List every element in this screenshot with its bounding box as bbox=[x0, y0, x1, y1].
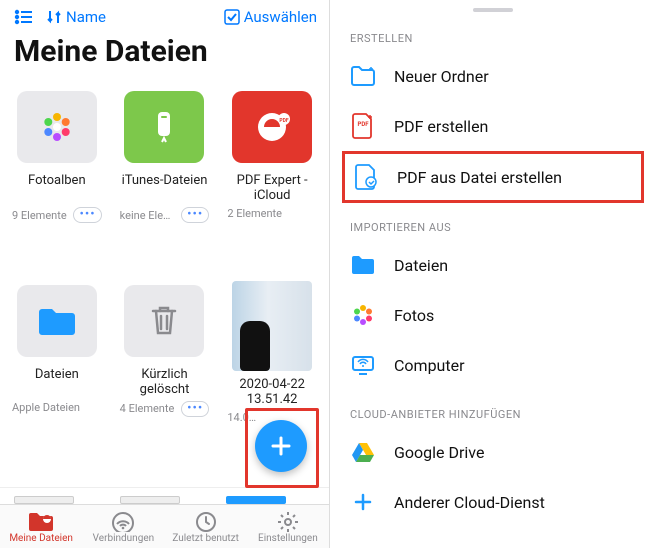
pdf-from-file-icon bbox=[353, 164, 379, 190]
more-button[interactable]: ••• bbox=[73, 207, 101, 223]
menu-import-photos[interactable]: Fotos bbox=[330, 290, 656, 340]
tile-label: Dateien bbox=[35, 367, 79, 399]
menu-label: Neuer Ordner bbox=[394, 67, 489, 86]
tab-label: Einstellungen bbox=[258, 533, 318, 544]
folder-tile-itunes[interactable]: iTunes-Dateien keine Ele… ••• bbox=[114, 79, 216, 267]
gear-icon bbox=[277, 511, 299, 533]
more-button[interactable]: ••• bbox=[181, 207, 209, 223]
files-screen: Name Auswählen Meine Dateien Fotoalben 9… bbox=[0, 0, 330, 548]
menu-label: PDF aus Datei erstellen bbox=[397, 168, 562, 187]
itunes-folder-icon bbox=[124, 91, 204, 163]
tab-recent[interactable]: Zuletzt benutzt bbox=[165, 505, 247, 548]
gdrive-icon bbox=[350, 439, 376, 465]
pdfexpert-folder-icon: PDF bbox=[232, 91, 312, 163]
header-toolbar: Name Auswählen bbox=[0, 0, 329, 30]
tab-connections[interactable]: Verbindungen bbox=[82, 505, 164, 548]
clock-icon bbox=[195, 511, 217, 533]
sort-label: Name bbox=[66, 8, 106, 26]
menu-label: Dateien bbox=[394, 256, 448, 275]
select-button[interactable]: Auswählen bbox=[224, 8, 317, 26]
wifi-icon bbox=[111, 511, 135, 533]
menu-import-computer[interactable]: Computer bbox=[330, 340, 656, 390]
folder-tile-fotoalben[interactable]: Fotoalben 9 Elemente ••• bbox=[6, 79, 108, 267]
tile-meta: 4 Elemente bbox=[120, 402, 175, 415]
computer-icon bbox=[350, 352, 376, 378]
section-create-label: ERSTELLEN bbox=[330, 24, 656, 51]
tab-label: Meine Dateien bbox=[9, 533, 73, 544]
trash-folder-icon bbox=[124, 285, 204, 357]
menu-import-files[interactable]: Dateien bbox=[330, 240, 656, 290]
add-button[interactable] bbox=[255, 420, 307, 472]
new-folder-icon bbox=[350, 63, 376, 89]
section-cloud-label: CLOUD-ANBIETER HINZUFÜGEN bbox=[330, 400, 656, 427]
menu-label: PDF erstellen bbox=[394, 117, 488, 136]
sort-button[interactable]: Name bbox=[46, 8, 106, 26]
menu-google-drive[interactable]: Google Drive bbox=[330, 427, 656, 477]
section-import-label: IMPORTIEREN AUS bbox=[330, 213, 656, 240]
plus-icon bbox=[268, 433, 294, 459]
menu-new-folder[interactable]: Neuer Ordner bbox=[330, 51, 656, 101]
menu-label: Computer bbox=[394, 356, 465, 375]
bottom-tabbar: Meine Dateien Verbindungen Zuletzt benut… bbox=[0, 504, 329, 548]
menu-label: Google Drive bbox=[394, 443, 484, 462]
tile-meta: keine Ele… bbox=[120, 209, 171, 222]
menu-label: Anderer Cloud-Dienst bbox=[394, 493, 545, 512]
list-icon bbox=[14, 9, 34, 25]
tile-label: Kürzlich gelöscht bbox=[118, 367, 212, 399]
tile-meta: 9 Elemente bbox=[12, 209, 67, 222]
photo-thumbnail bbox=[232, 281, 312, 371]
my-files-icon bbox=[28, 511, 54, 533]
folder-tile-dateien[interactable]: Dateien Apple Dateien bbox=[6, 273, 108, 468]
photos-folder-icon bbox=[17, 91, 97, 163]
tile-label: Fotoalben bbox=[28, 173, 86, 205]
tile-meta: 2 Elemente bbox=[227, 207, 282, 220]
folder-tile-pdfexpert[interactable]: PDF PDF Expert - iCloud 2 Elemente bbox=[221, 79, 323, 267]
tile-meta: Apple Dateien bbox=[12, 401, 80, 414]
folder-tile-trash[interactable]: Kürzlich gelöscht 4 Elemente ••• bbox=[114, 273, 216, 468]
page-title: Meine Dateien bbox=[0, 30, 329, 79]
pdf-icon: PDF bbox=[350, 113, 376, 139]
pdf-from-file-highlight: PDF aus Datei erstellen bbox=[342, 151, 644, 203]
tab-label: Verbindungen bbox=[93, 533, 155, 544]
plus-icon bbox=[350, 489, 376, 515]
menu-other-cloud[interactable]: Anderer Cloud-Dienst bbox=[330, 477, 656, 527]
tab-label: Zuletzt benutzt bbox=[172, 533, 239, 544]
list-view-button[interactable] bbox=[14, 9, 34, 25]
sort-icon bbox=[46, 9, 62, 25]
menu-label: Fotos bbox=[394, 306, 434, 325]
select-label: Auswählen bbox=[244, 8, 317, 26]
sheet-handle[interactable] bbox=[473, 8, 513, 12]
tile-label: 2020-04-22 13.51.42 bbox=[225, 377, 319, 409]
folder-icon bbox=[350, 252, 376, 278]
menu-pdf-create[interactable]: PDF PDF erstellen bbox=[330, 101, 656, 151]
partial-row bbox=[0, 487, 329, 504]
svg-text:PDF: PDF bbox=[280, 118, 289, 124]
tab-my-files[interactable]: Meine Dateien bbox=[0, 505, 82, 548]
svg-text:PDF: PDF bbox=[357, 121, 369, 128]
tab-settings[interactable]: Einstellungen bbox=[247, 505, 329, 548]
photos-icon bbox=[350, 302, 376, 328]
check-icon bbox=[224, 9, 240, 25]
create-sheet: ERSTELLEN Neuer Ordner PDF PDF erstellen… bbox=[330, 0, 656, 548]
more-button[interactable]: ••• bbox=[181, 401, 209, 417]
tile-label: PDF Expert - iCloud bbox=[225, 173, 319, 205]
menu-pdf-from-file[interactable]: PDF aus Datei erstellen bbox=[353, 164, 633, 190]
tile-label: iTunes-Dateien bbox=[122, 173, 208, 205]
files-folder-icon bbox=[17, 285, 97, 357]
